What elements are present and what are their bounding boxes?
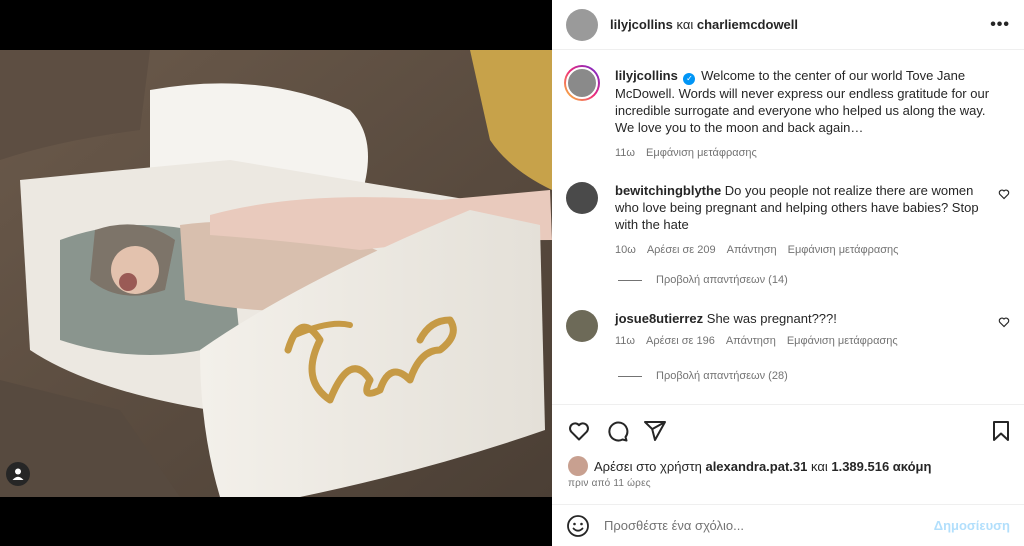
caption-avatar[interactable] [564,65,600,101]
post-panel: lilyjcollins και charliemcdowell ••• lil… [552,0,1024,546]
action-bar [552,404,1024,452]
comment-age[interactable]: 11ω [615,333,635,350]
view-replies-label: Προβολή απαντήσεων (14) [656,274,788,286]
likes-prefix: Αρέσει στο χρήστη [594,458,702,474]
add-comment-bar: Δημοσίευση [552,504,1024,546]
comment-reply-link[interactable]: Απάντηση [726,333,776,350]
send-icon[interactable] [643,419,667,443]
comment-username[interactable]: josue8utierrez [615,311,703,326]
likes-conj: και [810,458,828,474]
comment-input[interactable] [604,518,934,533]
comment-icon[interactable] [605,419,629,443]
comment-translate-link[interactable]: Εμφάνιση μετάφρασης [788,242,899,259]
caption-age[interactable]: 11ω [615,145,635,162]
post-timestamp[interactable]: πριν από 11 ώρες [568,478,651,489]
view-replies-button[interactable]: Προβολή απαντήσεων (28) [618,370,788,382]
replies-divider [618,279,642,281]
caption-username[interactable]: lilyjcollins [615,68,678,83]
liker-avatar[interactable] [568,456,588,476]
likes-summary: Αρέσει στο χρήστη alexandra.pat.31 και 1… [568,456,931,476]
comment-username[interactable]: bewitchingblythe [615,183,721,198]
verified-badge-icon: ✓ [683,73,696,85]
author-avatar[interactable] [566,8,598,41]
comment-translate-link[interactable]: Εμφάνιση μετάφρασης [787,333,898,350]
emoji-icon[interactable] [566,514,590,538]
comment-heart-icon[interactable] [998,188,1010,200]
post-photo[interactable] [0,50,552,497]
post-caption: lilyjcollins ✓ Welcome to the center of … [564,65,1010,162]
likes-count[interactable]: 1.389.516 ακόμη [831,459,931,474]
comment-text: She was pregnant???! [706,311,837,326]
comment-likes[interactable]: Αρέσει σε 209 [647,242,716,259]
liker-username[interactable]: alexandra.pat.31 [705,459,807,474]
author-joiner: και [676,17,694,32]
comment-heart-icon[interactable] [998,316,1010,328]
replies-divider [618,375,642,377]
comment-meta: 11ω Αρέσει σε 196 Απάντηση Εμφάνιση μετά… [615,333,1010,350]
post-comment-button[interactable]: Δημοσίευση [934,518,1010,533]
caption-translate-link[interactable]: Εμφάνιση μετάφρασης [646,145,757,162]
bookmark-icon[interactable] [989,419,1013,443]
coauthor-username[interactable]: charliemcdowell [697,17,798,32]
comment-likes[interactable]: Αρέσει σε 196 [646,333,715,350]
comments-list[interactable]: lilyjcollins ✓ Welcome to the center of … [552,51,1024,403]
commenter-avatar[interactable] [566,182,598,214]
comment-item: bewitchingblythe Do you people not reali… [566,182,1010,259]
view-replies-label: Προβολή απαντήσεων (28) [656,370,788,382]
photo-image [0,50,552,497]
post-authors: lilyjcollins και charliemcdowell [610,17,798,32]
post-header: lilyjcollins και charliemcdowell ••• [552,0,1024,50]
commenter-avatar[interactable] [566,310,598,342]
more-icon[interactable]: ••• [990,16,1010,34]
user-tag-icon[interactable] [6,462,30,486]
view-replies-button[interactable]: Προβολή απαντήσεων (14) [618,274,788,286]
comment-age[interactable]: 10ω [615,242,636,259]
comment-reply-link[interactable]: Απάντηση [727,242,777,259]
post-media [0,0,552,546]
caption-meta: 11ω Εμφάνιση μετάφρασης [615,145,1010,162]
author-username[interactable]: lilyjcollins [610,17,673,32]
heart-icon[interactable] [567,419,591,443]
comment-item: josue8utierrez She was pregnant???! 11ω … [566,310,1010,350]
comment-meta: 10ω Αρέσει σε 209 Απάντηση Εμφάνιση μετά… [615,242,1010,259]
